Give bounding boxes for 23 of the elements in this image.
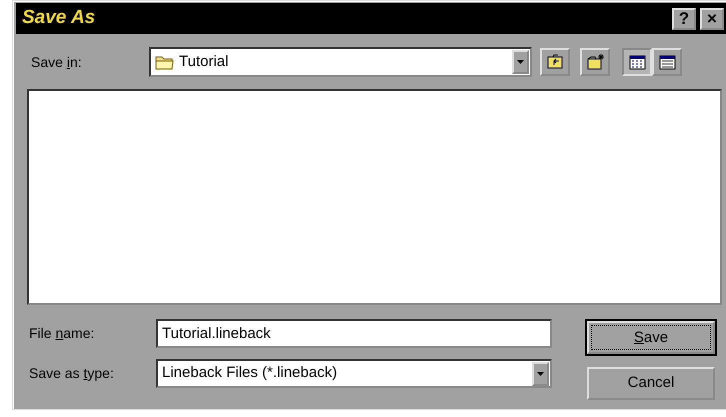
save-as-type-dropdown[interactable]: Lineback Files (*.lineback) <box>156 359 552 388</box>
window-title: Save As <box>22 6 96 30</box>
file-name-field[interactable]: Tutorial.lineback <box>156 319 552 348</box>
save-in-dropdown[interactable]: Tutorial <box>149 47 532 77</box>
details-view-icon <box>658 53 676 71</box>
new-folder-icon <box>586 53 604 71</box>
details-view-button[interactable] <box>652 48 682 76</box>
file-list[interactable] <box>27 89 722 305</box>
up-folder-button[interactable] <box>540 48 570 76</box>
close-button[interactable]: × <box>700 8 724 30</box>
cancel-button[interactable]: Cancel <box>587 367 715 400</box>
up-folder-icon <box>546 53 564 71</box>
help-button[interactable]: ? <box>672 8 696 30</box>
list-view-button[interactable] <box>622 48 652 76</box>
save-in-label: Save in: <box>31 52 83 72</box>
save-button[interactable]: Save <box>587 321 715 354</box>
save-as-type-value: Lineback Files (*.lineback) <box>162 363 338 384</box>
folder-icon <box>155 54 175 70</box>
list-view-icon <box>628 53 646 71</box>
file-name-label: File name: <box>29 324 96 343</box>
save-as-type-label: Save as type: <box>29 364 115 383</box>
save-in-value: Tutorial <box>179 52 228 72</box>
new-folder-button[interactable] <box>580 48 610 76</box>
